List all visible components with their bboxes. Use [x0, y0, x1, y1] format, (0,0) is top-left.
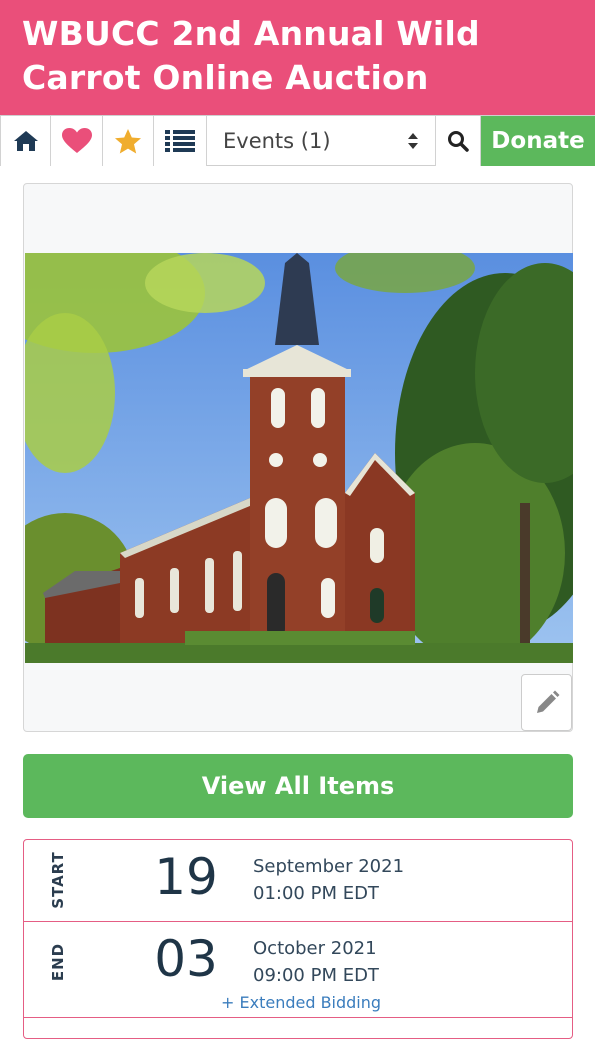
events-select[interactable]: Events (1) [207, 116, 436, 166]
start-day: 19 [154, 848, 218, 906]
home-button[interactable] [0, 116, 51, 166]
search-button[interactable] [436, 116, 481, 166]
end-time: 09:00 PM EDT [253, 965, 379, 986]
nav-bar: Events (1) Donate [0, 115, 595, 166]
end-label: END [49, 942, 67, 982]
end-row: END 03 October 2021 09:00 PM EDT + Exten… [24, 921, 572, 1012]
heart-icon [61, 128, 92, 153]
favorites-button[interactable] [51, 116, 103, 166]
end-month-year: October 2021 [253, 938, 377, 959]
list-button[interactable] [154, 116, 207, 166]
events-select-value: Events (1) [223, 129, 331, 153]
end-day: 03 [154, 930, 218, 988]
view-all-items-button[interactable]: View All Items [23, 754, 573, 818]
start-label: START [49, 851, 67, 909]
star-icon [115, 128, 141, 153]
search-icon [448, 131, 469, 152]
auction-header: WBUCC 2nd Annual Wild Carrot Online Auct… [0, 0, 595, 115]
home-icon [13, 131, 38, 151]
page-title: WBUCC 2nd Annual Wild Carrot Online Auct… [22, 14, 480, 97]
list-icon [165, 130, 195, 152]
donate-button[interactable]: Donate [481, 116, 595, 166]
event-image-card [23, 183, 573, 732]
church-photo [25, 253, 573, 663]
auction-schedule: START 19 September 2021 01:00 PM EDT END… [23, 839, 573, 1039]
extended-bidding-link[interactable]: + Extended Bidding [221, 993, 381, 1012]
start-time: 01:00 PM EDT [253, 883, 379, 904]
start-month-year: September 2021 [253, 856, 405, 877]
select-arrows-icon [408, 133, 418, 149]
start-row: START 19 September 2021 01:00 PM EDT [24, 840, 572, 921]
schedule-next-row [24, 1017, 572, 1037]
edit-button[interactable] [521, 674, 572, 731]
pencil-icon [536, 690, 559, 713]
watchlist-button[interactable] [103, 116, 154, 166]
